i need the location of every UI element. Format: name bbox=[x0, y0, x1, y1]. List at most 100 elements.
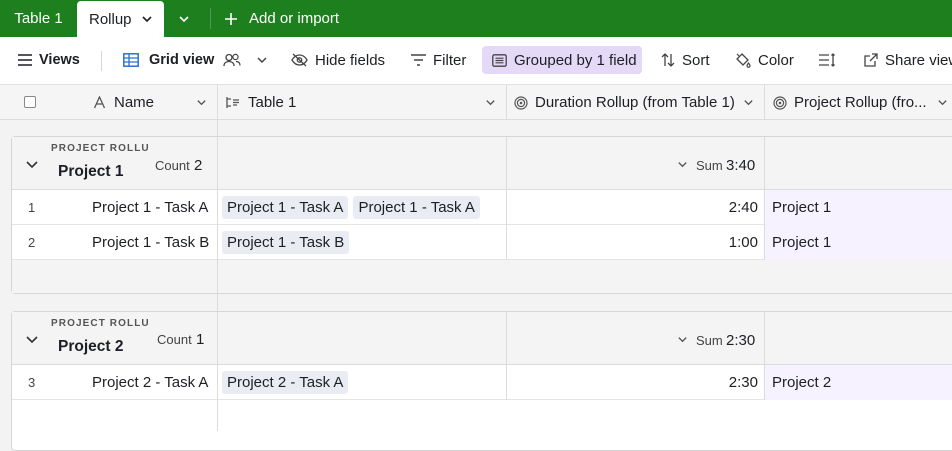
eye-slash-icon bbox=[291, 53, 308, 67]
column-divider bbox=[506, 85, 507, 120]
filter-icon bbox=[411, 54, 426, 66]
sort-button[interactable]: Sort bbox=[661, 46, 710, 74]
group-label: Grouped by 1 field bbox=[514, 51, 637, 69]
duration-rollup-cell[interactable]: 2:40 bbox=[506, 190, 758, 225]
linked-record-chip[interactable]: Project 1 - Task A bbox=[222, 196, 349, 219]
group-count-value: 2 bbox=[194, 157, 203, 174]
chevron-down-icon[interactable] bbox=[196, 97, 207, 108]
column-label: Table 1 bbox=[248, 94, 297, 111]
chevron-down-icon bbox=[257, 57, 267, 64]
paint-bucket-icon bbox=[736, 52, 751, 68]
table-row[interactable]: 1 Project 1 - Task A Project 1 - Task A … bbox=[12, 190, 952, 225]
record-group: PROJECT ROLLUP Project 2 Count 1 Sum 2:3… bbox=[11, 311, 952, 451]
grid-view-label: Grid view bbox=[149, 52, 215, 68]
color-label: Color bbox=[758, 51, 794, 69]
views-button[interactable]: Views bbox=[18, 46, 80, 74]
sort-icon bbox=[661, 53, 675, 67]
table-row[interactable]: 2 Project 1 - Task B Project 1 - Task B … bbox=[12, 225, 952, 260]
share-view-label: Share view bbox=[885, 51, 952, 69]
tab-table-1[interactable]: Table 1 bbox=[0, 0, 77, 37]
duration-rollup-cell[interactable]: 2:30 bbox=[506, 365, 758, 400]
row-number: 3 bbox=[28, 375, 36, 390]
chevron-down-icon[interactable] bbox=[937, 97, 948, 108]
project-rollup-cell[interactable]: Project 1 bbox=[765, 225, 952, 260]
rollup-icon bbox=[773, 95, 787, 110]
filter-label: Filter bbox=[433, 51, 467, 69]
hide-fields-button[interactable]: Hide fields bbox=[291, 46, 385, 74]
column-label: Project Rollup (fro... bbox=[794, 94, 927, 111]
row-height-icon bbox=[819, 53, 835, 67]
column-divider bbox=[217, 85, 218, 120]
group-sum-label: Sum bbox=[696, 333, 723, 348]
column-header-project-rollup[interactable]: Project Rollup (fro... bbox=[773, 85, 952, 120]
column-label: Duration Rollup (from Table 1) bbox=[535, 94, 735, 111]
row-number: 1 bbox=[28, 200, 36, 215]
rollup-icon bbox=[514, 95, 528, 110]
project-rollup-cell[interactable]: Project 2 bbox=[765, 365, 952, 400]
hamburger-icon bbox=[18, 54, 32, 66]
external-link-icon bbox=[864, 53, 878, 67]
column-header-table-1[interactable]: Table 1 bbox=[226, 85, 506, 120]
all-tables-dropdown[interactable] bbox=[178, 0, 198, 37]
filter-button[interactable]: Filter bbox=[411, 46, 466, 74]
toolbar-divider bbox=[101, 51, 102, 71]
column-header-row: Name Table 1 Duration Rollup (from Table… bbox=[0, 85, 952, 120]
chevron-down-icon[interactable] bbox=[677, 334, 688, 345]
linked-record-chip[interactable]: Project 2 - Task A bbox=[222, 371, 349, 394]
text-field-icon bbox=[93, 96, 106, 109]
linked-record-chip[interactable]: Project 1 - Task A bbox=[353, 196, 480, 219]
project-rollup-cell[interactable]: Project 1 bbox=[765, 190, 952, 225]
row-height-button[interactable] bbox=[819, 46, 842, 74]
add-record-row[interactable] bbox=[12, 260, 952, 293]
column-divider bbox=[764, 85, 765, 120]
chevron-down-icon[interactable] bbox=[743, 97, 754, 108]
group-sum-label: Sum bbox=[696, 158, 723, 173]
grid-view-button[interactable]: Grid view bbox=[123, 46, 275, 74]
select-all-checkbox[interactable] bbox=[24, 96, 36, 108]
column-divider bbox=[506, 312, 507, 365]
chevron-down-icon[interactable] bbox=[677, 159, 688, 170]
duration-rollup-cell[interactable]: 1:00 bbox=[506, 225, 758, 260]
linked-record-chip[interactable]: Project 1 - Task B bbox=[222, 231, 350, 254]
sort-label: Sort bbox=[682, 51, 710, 69]
add-or-import-label: Add or import bbox=[249, 10, 340, 27]
collapse-chevron-icon[interactable] bbox=[25, 332, 39, 346]
row-number: 2 bbox=[28, 235, 36, 250]
column-header-name[interactable]: Name bbox=[93, 85, 215, 120]
color-button[interactable]: Color bbox=[735, 46, 794, 74]
tab-rollup[interactable]: Rollup bbox=[77, 1, 164, 37]
group-sum-value: 2:30 bbox=[726, 332, 756, 349]
add-or-import-button[interactable]: Add or import bbox=[224, 0, 339, 37]
group-header[interactable]: PROJECT ROLLUP Project 2 Count 1 Sum 2:3… bbox=[12, 312, 952, 365]
table-tab-bar: Table 1 Rollup Add or import bbox=[0, 0, 952, 37]
group-title: Project 2 bbox=[58, 338, 124, 355]
name-cell[interactable]: Project 1 - Task B bbox=[92, 225, 209, 260]
chevron-down-icon bbox=[179, 15, 189, 22]
table-1-cell[interactable]: Project 1 - Task A Project 1 - Task A bbox=[222, 190, 485, 225]
column-divider bbox=[506, 137, 507, 190]
chevron-down-icon[interactable] bbox=[141, 13, 153, 25]
tab-divider bbox=[210, 8, 211, 29]
column-divider bbox=[764, 312, 765, 365]
group-sum-value: 3:40 bbox=[726, 157, 756, 174]
tab-label: Table 1 bbox=[14, 10, 63, 27]
group-count-label: Count bbox=[157, 332, 192, 347]
table-row[interactable]: 3 Project 2 - Task A Project 2 - Task A … bbox=[12, 365, 952, 400]
record-group: PROJECT ROLLUP Project 1 Count 2 Sum 3:4… bbox=[11, 136, 952, 294]
chevron-down-icon[interactable] bbox=[485, 97, 496, 108]
name-cell[interactable]: Project 2 - Task A bbox=[92, 365, 208, 400]
views-label: Views bbox=[39, 52, 80, 68]
group-header[interactable]: PROJECT ROLLUP Project 1 Count 2 Sum 3:4… bbox=[12, 137, 952, 190]
table-1-cell[interactable]: Project 1 - Task B bbox=[222, 225, 354, 260]
table-1-cell[interactable]: Project 2 - Task A bbox=[222, 365, 353, 400]
group-title: Project 1 bbox=[58, 163, 124, 180]
column-header-duration-rollup[interactable]: Duration Rollup (from Table 1) bbox=[514, 85, 764, 120]
group-button[interactable]: Grouped by 1 field bbox=[482, 46, 642, 74]
group-icon bbox=[492, 53, 507, 67]
column-label: Name bbox=[114, 94, 155, 111]
name-cell[interactable]: Project 1 - Task A bbox=[92, 190, 208, 225]
collapse-chevron-icon[interactable] bbox=[25, 157, 39, 171]
collaborators-icon bbox=[223, 53, 241, 67]
plus-icon bbox=[225, 12, 237, 25]
share-view-button[interactable]: Share view bbox=[864, 46, 952, 74]
